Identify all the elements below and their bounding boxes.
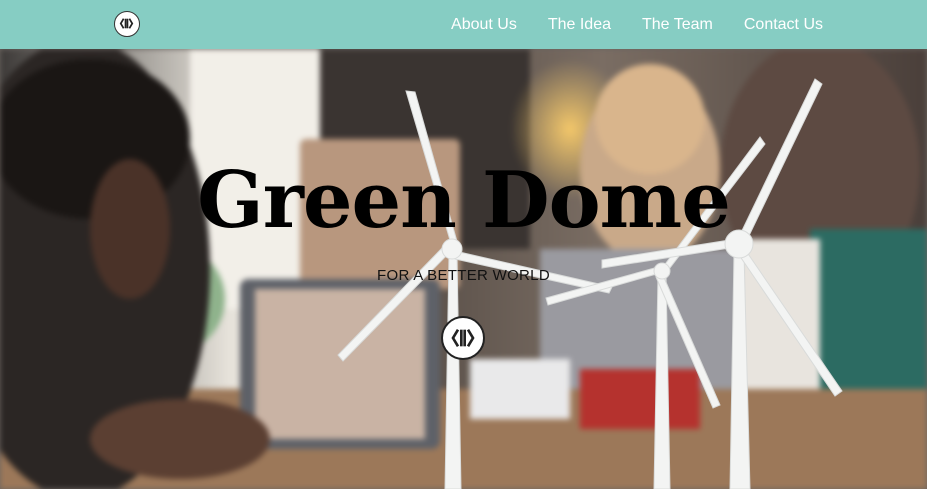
nav-link-the-team[interactable]: The Team bbox=[642, 16, 713, 34]
kk-logo-icon[interactable] bbox=[114, 11, 140, 37]
kk-logo-icon[interactable] bbox=[441, 316, 485, 360]
nav-link-contact-us[interactable]: Contact Us bbox=[744, 16, 823, 34]
hero-subtitle: FOR A BETTER WORLD bbox=[377, 267, 550, 284]
nav-link-about-us[interactable]: About Us bbox=[451, 16, 517, 34]
main-nav: About Us The Idea The Team Contact Us bbox=[451, 0, 823, 49]
nav-link-the-idea[interactable]: The Idea bbox=[548, 16, 611, 34]
hero-title: Green Dome bbox=[197, 155, 731, 246]
hero-section: Green Dome FOR A BETTER WORLD bbox=[0, 49, 927, 489]
top-navbar: About Us The Idea The Team Contact Us bbox=[0, 0, 927, 49]
